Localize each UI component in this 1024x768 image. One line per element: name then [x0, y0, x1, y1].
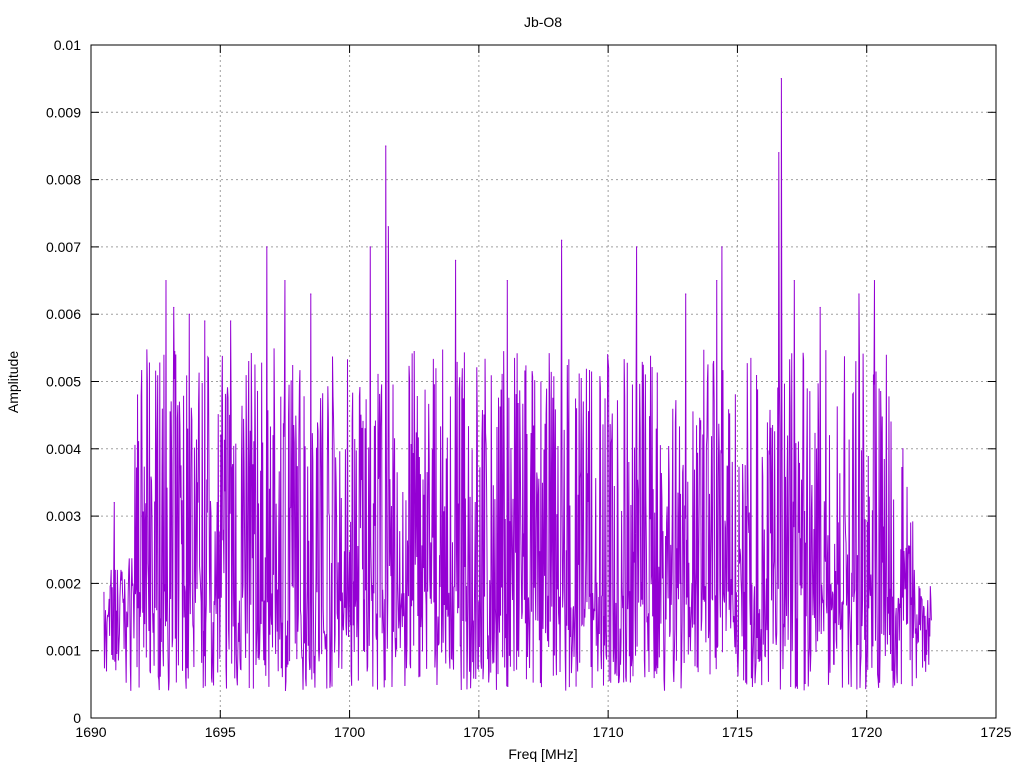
peak-point [716, 279, 718, 282]
y-tick-label: 0.004 [46, 441, 81, 457]
peak-point [284, 279, 286, 282]
y-tick-label: 0.009 [46, 104, 81, 120]
peak-point [858, 293, 860, 295]
y-tick-label: 0.01 [54, 37, 81, 53]
x-tick-label: 1700 [334, 724, 365, 740]
peak-point [310, 293, 312, 295]
x-tick-label: 1710 [593, 724, 624, 740]
y-tick-label: 0.007 [46, 239, 81, 255]
y-tick-label: 0 [73, 710, 81, 726]
peak-point [454, 259, 457, 261]
peak-point [188, 313, 190, 315]
peak-point [793, 279, 795, 282]
peak-point [126, 616, 128, 618]
peak-point [873, 279, 876, 282]
y-tick-label: 0.006 [46, 306, 81, 322]
peak-point [165, 279, 167, 282]
x-axis-title: Freq [MHz] [508, 746, 577, 762]
peak-point [685, 293, 687, 295]
y-tick-label: 0.005 [46, 374, 81, 390]
x-tick-label: 1690 [75, 724, 106, 740]
peak-point [105, 670, 108, 672]
peak-point [561, 239, 563, 241]
x-tick-label: 1695 [205, 724, 236, 740]
peak-point [369, 246, 371, 248]
peak-point [506, 279, 508, 282]
peak-point [136, 394, 139, 396]
amplitude-spectrum-chart: 1690 1695 1700 1705 1710 1715 1720 1725 0 0.001 0… [0, 0, 1024, 768]
chart-title: Jb-O8 [524, 14, 562, 30]
x-tick-label: 1715 [722, 724, 753, 740]
peak-point [721, 246, 723, 248]
x-tick-label: 1705 [463, 724, 494, 740]
peak-point [113, 502, 115, 504]
peak-point [819, 306, 821, 309]
peak-point [173, 306, 175, 309]
y-tick-label: 0.002 [46, 575, 81, 591]
x-tick-label: 1725 [980, 724, 1011, 740]
y-tick-label: 0.003 [46, 508, 81, 524]
peak-point [266, 246, 268, 248]
peak-point [928, 663, 930, 665]
peak-point [778, 152, 780, 154]
y-tick-label: 0.001 [46, 643, 81, 659]
y-tick-label: 0.008 [46, 172, 81, 188]
peak-point [385, 145, 387, 147]
peak-point [204, 320, 206, 322]
x-tick-label: 1720 [851, 724, 882, 740]
peak-point [635, 246, 638, 248]
y-axis-title: Amplitude [5, 351, 21, 413]
peak-point [780, 78, 782, 80]
peak-point [902, 448, 904, 450]
peak-point [387, 226, 389, 228]
peak-point [230, 320, 232, 322]
